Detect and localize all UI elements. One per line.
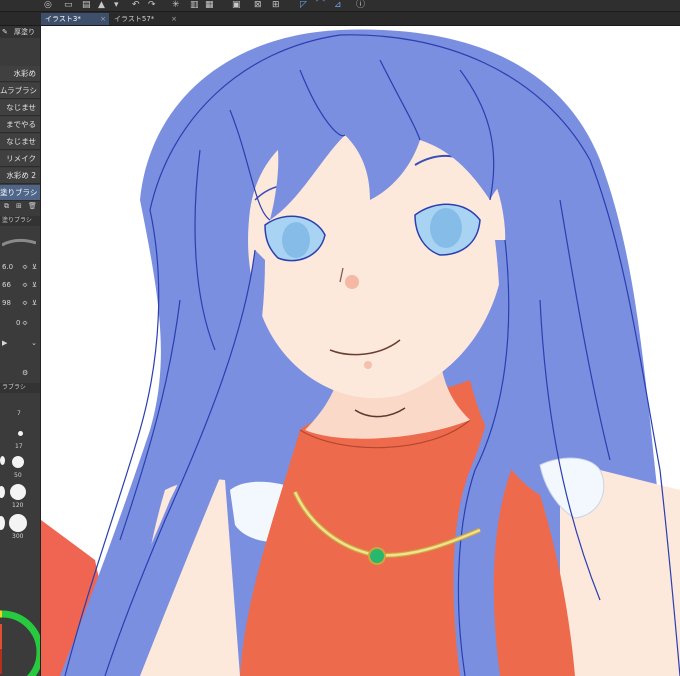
pressure-icon[interactable]: ⊻ (32, 258, 37, 276)
close-tab-icon[interactable]: × (100, 13, 106, 25)
pressure-icon[interactable]: ⊻ (32, 294, 37, 312)
brush-size-dot[interactable] (10, 484, 26, 500)
save-icon[interactable]: ▤ (82, 0, 91, 10)
document-tabs: イラスト3* × イラスト57* × (0, 12, 680, 26)
brush-size-dot[interactable] (0, 516, 5, 530)
brush-size-dot[interactable] (9, 514, 27, 532)
open-file-icon[interactable]: ▭ (64, 0, 73, 10)
chevron-down-icon[interactable]: ⌄ (31, 334, 37, 352)
grid-icon[interactable]: ⊞ (272, 0, 280, 10)
top-toolbar: ◎ ▭ ▤ ▲ ▾ ↶ ↷ ✳ ▥ ▦ ▣ ⊠ ⊞ ◸ ⌒ ⊿ ⓘ (0, 0, 680, 12)
setting-value: 98 (2, 299, 11, 307)
tab-illust3[interactable]: イラスト3* × (41, 13, 109, 25)
brush-size-label: 17 (15, 443, 23, 450)
pressure-icon[interactable]: ⊻ (32, 276, 37, 294)
brush-label: なじませ (6, 137, 36, 146)
sub-tool-panel: ✎ 厚塗り 水彩め ムラブラシ なじませ までやる なじませ リメイク 水彩め … (0, 26, 41, 676)
sub-tool-actions: ⧉ ⊞ 🗑 (0, 202, 40, 212)
brush-size-label: 50 (14, 472, 22, 479)
brush-icon: ✎ (2, 28, 8, 36)
help-icon[interactable]: ⓘ (356, 0, 365, 10)
brush-item[interactable]: までやる (0, 117, 40, 133)
setting-value: 6.0 (2, 263, 14, 271)
brush-label: リメイク (6, 154, 36, 163)
brush-item[interactable]: ムラブラシ (0, 83, 40, 99)
new-canvas-icon[interactable]: ◎ (44, 0, 52, 10)
brush-label: ムラブラシ (0, 86, 37, 95)
brush-item[interactable]: なじませ (0, 134, 40, 150)
brush-label: 塗りブラシ (0, 188, 38, 197)
brush-item-selected[interactable]: 塗りブラシ (0, 185, 40, 201)
curve-snap-icon[interactable]: ⌒ (316, 0, 325, 10)
sub-tool-group-name: 厚塗り (14, 28, 35, 36)
brush-size-dot[interactable] (18, 431, 23, 436)
brush-label: 水彩め (13, 69, 37, 78)
tab-illust57[interactable]: イラスト57* × (110, 13, 180, 25)
play-icon[interactable]: ▶ (2, 334, 7, 352)
density-setting[interactable]: 98 ≎ ⊻ (0, 294, 40, 312)
transform-icon[interactable]: ⊠ (254, 0, 262, 10)
spinner-icon[interactable]: ✳ (172, 0, 180, 10)
tool-settings-footer: ⚙ (0, 364, 40, 382)
close-tab-icon[interactable]: × (171, 13, 177, 25)
clear-icon[interactable]: ▥ (190, 0, 199, 10)
tab-label: イラスト57* (114, 15, 155, 23)
ruler-snap-icon[interactable]: ◸ (300, 0, 307, 10)
warning-icon[interactable]: ▲ (98, 0, 105, 10)
tool-property-header: 塗りブラシ (0, 216, 40, 226)
brush-item[interactable]: 水彩め 2 (0, 168, 40, 184)
brush-size-dot[interactable] (0, 486, 5, 498)
brush-label: なじませ (6, 103, 36, 112)
brush-item[interactable]: リメイク (0, 151, 40, 167)
crop-icon[interactable]: ▣ (232, 0, 241, 10)
setting-value: 66 (2, 281, 11, 289)
brush-size-setting[interactable]: 6.0 ≎ ⊻ (0, 258, 40, 276)
drawing-canvas[interactable] (41, 26, 680, 676)
stepper-icon[interactable]: ≎ (22, 276, 28, 294)
brush-size-header: ラブラシ (0, 383, 40, 393)
brush-item[interactable]: 水彩め (0, 66, 40, 82)
undo-icon[interactable]: ↶ (132, 0, 140, 10)
sub-tool-header: ✎ 厚塗り (0, 26, 40, 38)
redo-icon[interactable]: ↷ (148, 0, 156, 10)
brush-size-label: 120 (12, 502, 24, 509)
stepper-icon[interactable]: ≎ (22, 314, 28, 332)
stepper-icon[interactable]: ≎ (22, 258, 28, 276)
brush-label: までやる (6, 120, 36, 129)
brush-size-label: 300 (12, 533, 24, 540)
brush-item[interactable]: なじませ (0, 100, 40, 116)
fill-icon[interactable]: ▦ (205, 0, 214, 10)
export-icon[interactable]: ▾ (114, 0, 119, 10)
tab-label: イラスト3* (45, 15, 81, 23)
delete-icon[interactable]: 🗑 (28, 202, 37, 210)
brush-size-label: 7 (17, 410, 21, 417)
wrench-icon[interactable]: ⚙ (22, 364, 28, 382)
mode-setting[interactable]: ▶ ⌄ (0, 334, 40, 352)
opacity-setting[interactable]: 66 ≎ ⊻ (0, 276, 40, 294)
brush-size-dot[interactable] (0, 456, 5, 465)
brush-stroke-preview (1, 234, 37, 248)
stepper-icon[interactable]: ≎ (22, 294, 28, 312)
add-icon[interactable]: ⊞ (16, 202, 22, 210)
duplicate-icon[interactable]: ⧉ (4, 202, 9, 211)
line-snap-icon[interactable]: ⊿ (334, 0, 342, 10)
color-wheel[interactable] (0, 600, 41, 676)
setting-value: 0 (16, 319, 21, 327)
brush-size-dot[interactable] (12, 456, 24, 468)
brush-label: 水彩め 2 (6, 171, 36, 180)
blend-setting[interactable]: 0 ≎ (0, 314, 40, 332)
illustration-artwork (41, 29, 680, 676)
